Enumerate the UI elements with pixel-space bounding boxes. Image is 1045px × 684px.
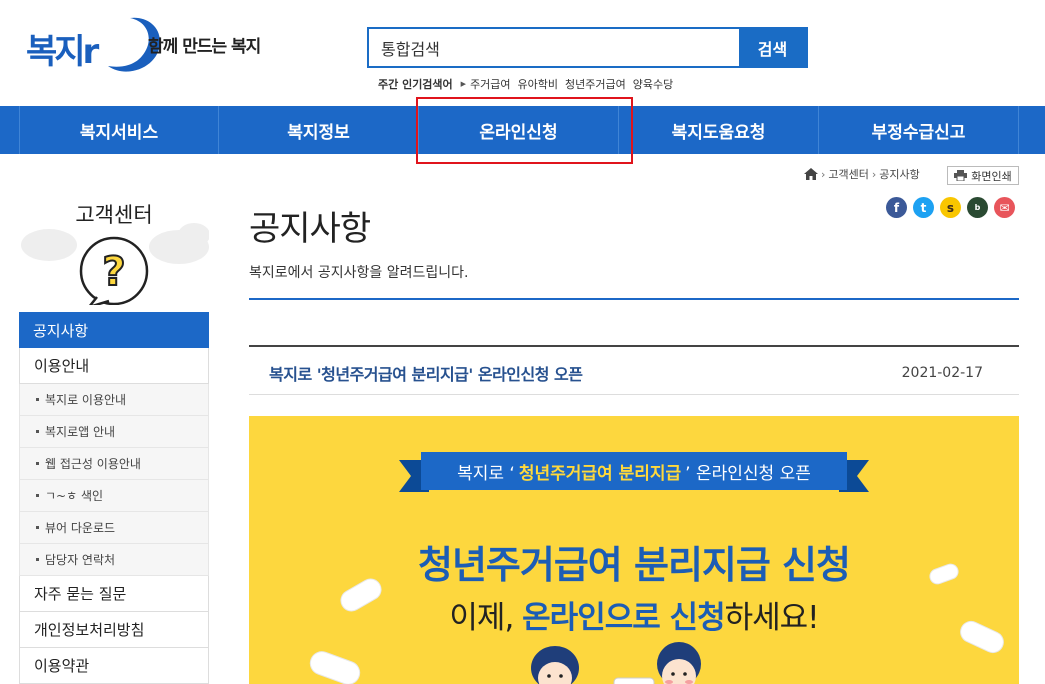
popular-keywords-label: 주간 인기검색어 — [378, 78, 453, 91]
popular-keyword[interactable]: 유아학비 — [518, 76, 558, 92]
search-button[interactable]: 검색 — [739, 29, 806, 66]
sidebar-title: 고객센터 — [75, 203, 153, 227]
print-button-label: 화면인쇄 — [971, 169, 1012, 183]
sidebar-subitem[interactable]: 웹 접근성 이용안내 — [19, 448, 209, 480]
banner-subheadline: 이제, 온라인으로 신청하세요! — [249, 592, 1019, 637]
bullet-icon — [36, 398, 39, 401]
print-button[interactable]: 화면인쇄 — [947, 166, 1019, 185]
sidebar-subitem-label: 웹 접근성 이용안내 — [45, 457, 141, 471]
nav-fraud-report[interactable]: 부정수급신고 — [819, 106, 1019, 154]
nav-welfare-help[interactable]: 복지도움요청 — [619, 106, 819, 154]
page-description: 복지로에서 공지사항을 알려드립니다. — [249, 265, 469, 281]
sidebar-subitem-label: ㄱ~ㅎ 색인 — [45, 489, 104, 503]
chevron-right-icon: › — [821, 167, 826, 181]
popular-keyword[interactable]: 주거급여 — [470, 76, 510, 92]
popular-keyword[interactable]: 양육수당 — [633, 76, 673, 92]
sidebar-item-faq[interactable]: 자주 묻는 질문 — [19, 576, 209, 612]
home-icon[interactable] — [804, 168, 818, 180]
sidebar-subitem[interactable]: 복지로앱 안내 — [19, 416, 209, 448]
notice-banner-image: 복지로 ‘ 청년주거급여 분리지급 ’ 온라인신청 오픈 청년주거급여 분리지급… — [249, 416, 1019, 684]
ribbon-prefix: 복지로 ‘ — [457, 463, 515, 484]
printer-icon — [954, 170, 968, 181]
sidebar-subitem-label: 복지로앱 안내 — [45, 425, 116, 439]
sidebar-header: ? 고객센터 — [19, 185, 209, 313]
bullet-icon — [36, 558, 39, 561]
sidebar-item-usage[interactable]: 이용안내 — [19, 348, 209, 384]
sidebar-menu: 공지사항 이용안내 복지로 이용안내 복지로앱 안내 웹 접근성 이용안내 ㄱ~… — [19, 312, 209, 684]
sidebar-item-notice[interactable]: 공지사항 — [19, 312, 209, 348]
facebook-icon[interactable]: f — [886, 197, 907, 218]
share-buttons: f t s b ✉ — [886, 197, 1015, 218]
svg-text:?: ? — [102, 249, 125, 295]
kakaostory-icon[interactable]: s — [940, 197, 961, 218]
email-icon[interactable]: ✉ — [994, 197, 1015, 218]
bullet-icon — [36, 494, 39, 497]
divider — [249, 298, 1019, 300]
banner-sub-part: 이제, — [449, 600, 523, 636]
bullet-icon — [36, 462, 39, 465]
ribbon-text: 복지로 ‘ 청년주거급여 분리지급 ’ 온라인신청 오픈 — [421, 452, 847, 490]
nav-welfare-info[interactable]: 복지정보 — [219, 106, 419, 154]
sidebar-subitem-label: 복지로 이용안내 — [45, 393, 127, 407]
main-navigation: 복지서비스 복지정보 온라인신청 복지도움요청 부정수급신고 — [0, 106, 1045, 154]
sidebar-subitem[interactable]: 뷰어 다운로드 — [19, 512, 209, 544]
twitter-icon[interactable]: t — [913, 197, 934, 218]
breadcrumb-item[interactable]: 고객센터 — [828, 166, 868, 182]
ribbon-emphasis: 청년주거급여 분리지급 — [518, 463, 682, 484]
search-form: 검색 — [367, 27, 808, 68]
banner-headline: 청년주거급여 분리지급 신청 — [418, 543, 851, 587]
site-logo[interactable]: 복지r — [26, 14, 160, 76]
popular-keywords: 주간 인기검색어 ▶ 주거급여 유아학비 청년주거급여 양육수당 — [378, 76, 680, 92]
popular-keyword[interactable]: 청년주거급여 — [565, 76, 626, 92]
sidebar-subitem-label: 뷰어 다운로드 — [45, 521, 116, 535]
characters-illustration — [531, 642, 701, 684]
banner-sub-part: 하세요! — [724, 600, 820, 636]
bullet-icon — [36, 430, 39, 433]
ribbon-suffix: ’ 온라인신청 오픈 — [685, 463, 811, 484]
post-date: 2021-02-17 — [901, 365, 983, 381]
sidebar-subitem[interactable]: 복지로 이용안내 — [19, 384, 209, 416]
nav-welfare-services[interactable]: 복지서비스 — [19, 106, 219, 154]
breadcrumb-item[interactable]: 공지사항 — [879, 166, 919, 182]
banner-ribbon: 복지로 ‘ 청년주거급여 분리지급 ’ 온라인신청 오픈 — [399, 450, 869, 500]
nav-online-application[interactable]: 온라인신청 — [419, 106, 619, 154]
page-title: 공지사항 — [249, 209, 371, 249]
decorative-pill — [306, 647, 364, 684]
sidebar-subitem[interactable]: 담당자 연락처 — [19, 544, 209, 576]
post-header: 복지로 '청년주거급여 분리지급' 온라인신청 오픈 2021-02-17 — [249, 345, 1019, 395]
banner-sub-highlight: 온라인으로 신청 — [522, 600, 725, 636]
post-title: 복지로 '청년주거급여 분리지급' 온라인신청 오픈 — [269, 365, 583, 384]
sidebar-subitem[interactable]: ㄱ~ㅎ 색인 — [19, 480, 209, 512]
band-icon[interactable]: b — [967, 197, 988, 218]
triangle-right-icon: ▶ — [460, 80, 467, 88]
site-tagline: 함께 만드는 복지 — [148, 37, 261, 57]
chevron-right-icon: › — [871, 167, 877, 181]
sidebar-item-terms[interactable]: 이용약관 — [19, 648, 209, 684]
search-input[interactable] — [369, 29, 739, 66]
breadcrumb: › 고객센터 › 공지사항 — [804, 166, 920, 182]
sidebar-subitem-label: 담당자 연락처 — [45, 553, 116, 567]
sidebar-item-privacy[interactable]: 개인정보처리방침 — [19, 612, 209, 648]
bullet-icon — [36, 526, 39, 529]
logo-text: 복지r — [26, 32, 99, 72]
